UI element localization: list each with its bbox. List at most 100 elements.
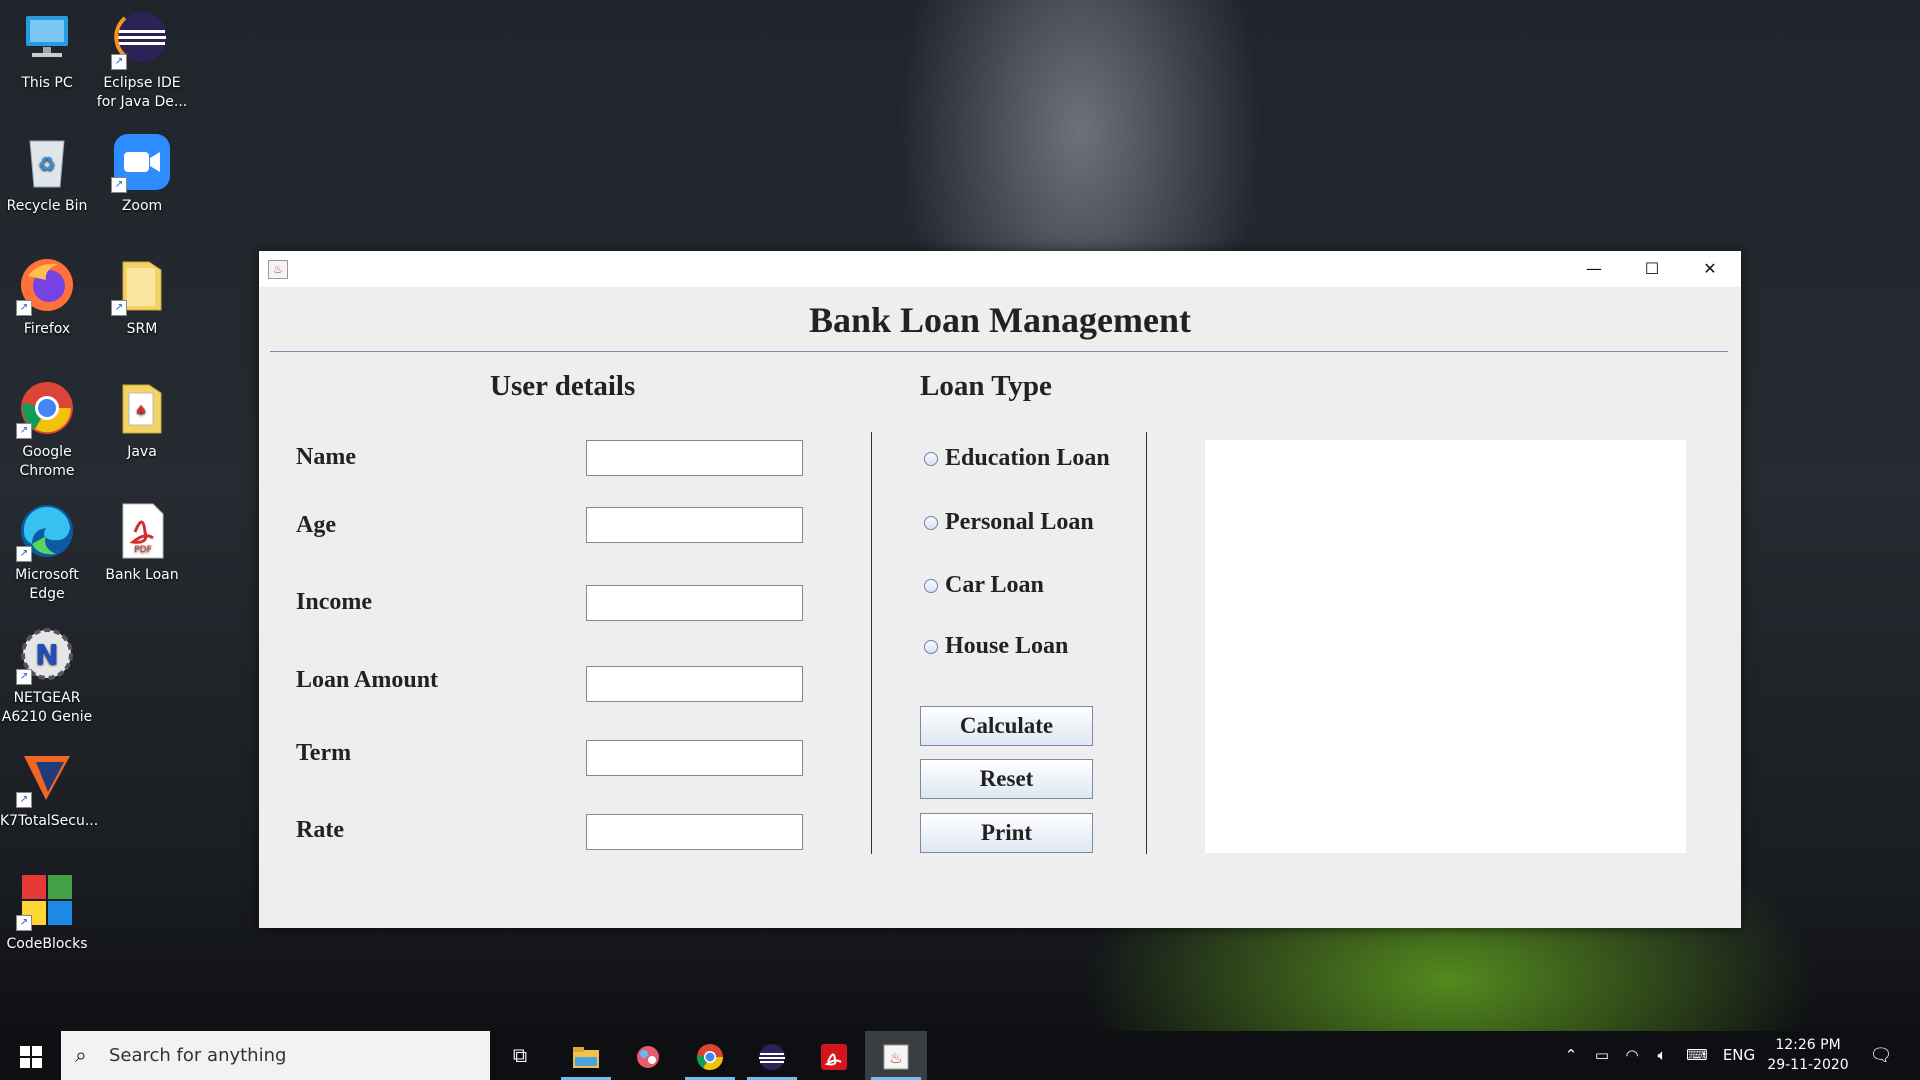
file-explorer-icon	[573, 1046, 599, 1068]
print-button[interactable]: Print	[920, 813, 1093, 853]
search-placeholder: Search for anything	[109, 1045, 287, 1066]
rate-label: Rate	[296, 817, 344, 843]
name-label: Name	[296, 444, 356, 470]
shortcut-arrow-icon: ↗	[111, 54, 127, 70]
calculate-button[interactable]: Calculate	[920, 706, 1093, 746]
desktop-icon-codeblocks[interactable]: ↗ CodeBlocks	[0, 871, 94, 954]
window-titlebar[interactable]: ♨ — ☐ ✕	[259, 251, 1741, 287]
desktop-icon-zoom[interactable]: ↗ Zoom	[95, 133, 189, 216]
shortcut-arrow-icon: ↗	[16, 300, 32, 316]
radio-circle-icon	[924, 452, 938, 466]
svg-text:PDF: PDF	[134, 545, 152, 555]
shortcut-arrow-icon: ↗	[16, 546, 32, 562]
shortcut-arrow-icon: ↗	[111, 177, 127, 193]
age-field[interactable]	[586, 507, 803, 543]
keyboard-icon[interactable]: ⌨	[1682, 1031, 1712, 1080]
windows-logo-icon	[19, 1045, 42, 1068]
maximize-button[interactable]: ☐	[1623, 251, 1681, 287]
desktop-icon-this-pc[interactable]: This PC	[0, 10, 94, 93]
radio-circle-icon	[924, 640, 938, 654]
pdf-file-icon: PDF	[113, 502, 171, 560]
desktop-icon-label: NETGEAR A6210 Genie	[1, 690, 93, 725]
folder-pdf-icon: ♠	[113, 379, 171, 437]
language-indicator[interactable]: ENG	[1722, 1031, 1756, 1080]
radio-label: Personal Loan	[945, 509, 1094, 535]
clock-time: 12:26 PM	[1775, 1037, 1841, 1053]
age-label: Age	[296, 512, 336, 538]
reset-button[interactable]: Reset	[920, 759, 1093, 799]
taskbar-java-app[interactable]: ♨	[865, 1031, 927, 1080]
desktop-icon-java[interactable]: ♠ Java	[95, 379, 189, 462]
desktop-icon-label: Recycle Bin	[6, 198, 88, 214]
shortcut-arrow-icon: ↗	[16, 669, 32, 685]
left-column-divider	[871, 432, 872, 854]
zoom-icon: ↗	[111, 133, 171, 193]
clock[interactable]: 12:26 PM 29-11-2020	[1760, 1035, 1856, 1075]
desktop-icon-label: Bank Loan	[105, 567, 179, 583]
desktop-icon-netgear[interactable]: N ↗ NETGEAR A6210 Genie	[0, 625, 94, 727]
wifi-icon[interactable]: ◠	[1620, 1031, 1644, 1080]
desktop-icon-label: K7TotalSecu...	[0, 813, 99, 829]
firefox-icon: ↗	[16, 256, 76, 316]
svg-text:♻: ♻	[38, 152, 56, 176]
java-app-icon: ♨	[268, 260, 288, 279]
close-button[interactable]: ✕	[1681, 251, 1739, 287]
name-field[interactable]	[586, 440, 803, 476]
shortcut-arrow-icon: ↗	[16, 915, 32, 931]
taskbar-snip-tool[interactable]	[617, 1031, 679, 1080]
start-button[interactable]	[0, 1031, 61, 1080]
desktop-icon-label: Google Chrome	[19, 444, 75, 479]
shortcut-arrow-icon: ↗	[16, 792, 32, 808]
chrome-icon: ↗	[16, 379, 76, 439]
desktop-icon-label: CodeBlocks	[6, 936, 88, 952]
acrobat-icon	[821, 1043, 847, 1070]
result-text-area[interactable]	[1205, 440, 1686, 853]
taskbar-file-explorer[interactable]	[555, 1031, 617, 1080]
recycle-bin-icon: ♻	[18, 133, 76, 191]
desktop-icon-bank-loan[interactable]: PDF Bank Loan	[95, 502, 189, 585]
k7-icon: ↗	[16, 748, 76, 808]
income-label: Income	[296, 589, 372, 615]
taskbar-chrome[interactable]	[679, 1031, 741, 1080]
term-label: Term	[296, 740, 352, 766]
radio-label: House Loan	[945, 633, 1069, 659]
minimize-button[interactable]: —	[1565, 251, 1623, 287]
user-details-heading: User details	[490, 370, 636, 402]
taskbar-eclipse[interactable]	[741, 1031, 803, 1080]
svg-text:♨: ♨	[889, 1049, 902, 1067]
clock-date: 29-11-2020	[1767, 1057, 1849, 1073]
title-divider	[270, 351, 1728, 352]
desktop-icon-firefox[interactable]: ↗ Firefox	[0, 256, 94, 339]
desktop-icon-google-chrome[interactable]: ↗ Google Chrome	[0, 379, 94, 481]
term-field[interactable]	[586, 740, 803, 776]
desktop-icon-label: Eclipse IDE for Java De...	[96, 75, 188, 110]
notification-icon[interactable]: 🗨︎	[1866, 1031, 1896, 1080]
taskbar-search-box[interactable]: ⌕ Search for anything	[61, 1031, 490, 1080]
desktop-icon-k7totalsecurity[interactable]: ↗ K7TotalSecu...	[0, 748, 99, 831]
task-view-icon[interactable]: ⧉	[498, 1031, 542, 1080]
chrome-icon	[696, 1043, 724, 1070]
income-field[interactable]	[586, 585, 803, 621]
loan-type-heading: Loan Type	[920, 370, 1052, 402]
bank-loan-window: ♨ — ☐ ✕ Bank Loan Management User detail…	[259, 251, 1741, 928]
svg-text:♠: ♠	[135, 403, 148, 419]
right-column-divider	[1146, 432, 1147, 854]
battery-icon[interactable]: ▭	[1590, 1031, 1614, 1080]
desktop-icon-recycle-bin[interactable]: ♻ Recycle Bin	[0, 133, 94, 216]
edge-icon: ↗	[16, 502, 76, 562]
desktop-icon-microsoft-edge[interactable]: ↗ Microsoft Edge	[0, 502, 94, 604]
loan-amount-field[interactable]	[586, 666, 803, 702]
radio-circle-icon	[924, 516, 938, 530]
radio-circle-icon	[924, 579, 938, 593]
eclipse-icon: ↗	[111, 10, 171, 70]
desktop-icon-label: Firefox	[23, 321, 71, 337]
show-hidden-icons-chevron-icon[interactable]: ⌃	[1561, 1031, 1581, 1080]
desktop-icon-eclipse[interactable]: ↗ Eclipse IDE for Java De...	[95, 10, 189, 112]
java-app-icon: ♨	[883, 1044, 909, 1069]
rate-field[interactable]	[586, 814, 803, 850]
eclipse-icon	[759, 1043, 785, 1070]
desktop-icon-srm[interactable]: ↗ SRM	[95, 256, 189, 339]
codeblocks-icon: ↗	[16, 871, 76, 931]
taskbar-acrobat[interactable]	[803, 1031, 865, 1080]
volume-icon[interactable]: 🔈︎	[1650, 1031, 1674, 1080]
